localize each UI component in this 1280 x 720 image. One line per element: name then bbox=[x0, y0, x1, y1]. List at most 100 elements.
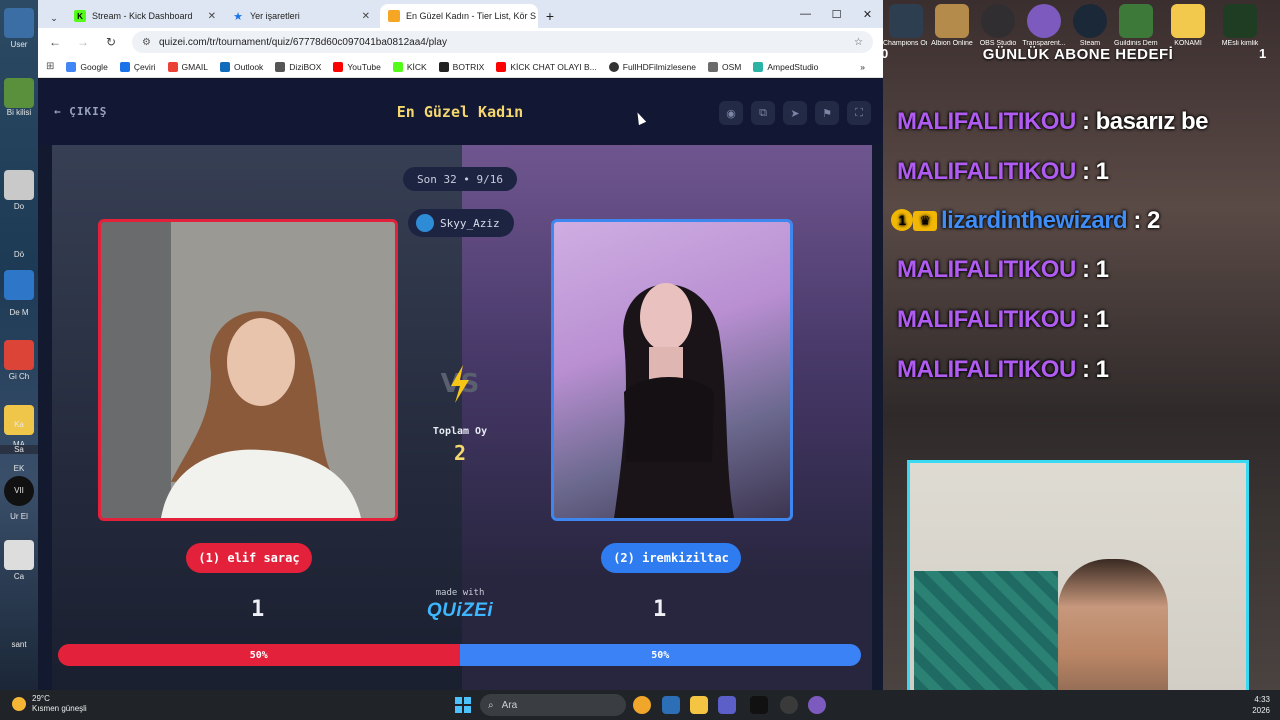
send-icon[interactable]: ➤ bbox=[783, 101, 807, 125]
teams-icon[interactable] bbox=[718, 696, 736, 714]
portrait-left bbox=[101, 222, 395, 518]
eye-icon[interactable]: ◉ bbox=[719, 101, 743, 125]
bookmark-outlook[interactable]: Outlook bbox=[220, 61, 263, 72]
site-info-icon[interactable]: ⚙ bbox=[142, 37, 151, 48]
epic-games-icon[interactable] bbox=[750, 696, 768, 714]
forward-icon[interactable]: → bbox=[76, 35, 90, 49]
flag-icon[interactable]: ⚑ bbox=[815, 101, 839, 125]
kick-icon: K bbox=[74, 10, 86, 22]
bookmark-osm[interactable]: OSM bbox=[708, 61, 741, 72]
rank-badge: 1 bbox=[891, 209, 913, 231]
bookmark-ampedstudio[interactable]: AmpedStudio bbox=[753, 61, 819, 72]
player-name: Skyy_Aziz bbox=[440, 216, 500, 230]
close-icon[interactable]: ✕ bbox=[362, 11, 370, 22]
obs-icon[interactable] bbox=[981, 4, 1015, 38]
exit-button[interactable]: ← ÇIKIŞ bbox=[54, 105, 107, 118]
tab-kick-dashboard[interactable]: K Stream - Kick Dashboard ✕ bbox=[66, 4, 224, 28]
gmail-icon bbox=[167, 61, 178, 72]
dizibox-icon bbox=[275, 61, 286, 72]
taskbar-search[interactable]: ⌕ Ara bbox=[480, 694, 626, 716]
url-field[interactable]: ⚙ quizei.com/tr/tournament/quiz/67778d60… bbox=[132, 31, 873, 53]
bookmark-kick-chat[interactable]: KİCK CHAT OLAYI B... bbox=[496, 61, 597, 72]
close-window-icon[interactable]: ✕ bbox=[852, 0, 883, 28]
new-tab-button[interactable]: + bbox=[538, 4, 562, 28]
tab-bookmarks[interactable]: ★ Yer işaretleri ✕ bbox=[224, 4, 378, 28]
bookmark-botrix[interactable]: BOTRIX bbox=[438, 61, 484, 72]
bookmark-fullhd[interactable]: FullHDFilmizlesene bbox=[608, 61, 696, 72]
webcam-feed bbox=[907, 460, 1249, 690]
candidate-left-photo[interactable] bbox=[98, 219, 398, 521]
minimize-icon[interactable]: — bbox=[790, 0, 821, 28]
bookmark-kick[interactable]: KİCK bbox=[392, 61, 427, 72]
chat-text: 1 bbox=[1095, 306, 1109, 333]
chat-app-icon[interactable] bbox=[1027, 4, 1061, 38]
quizei-logo[interactable]: QUiZEi bbox=[418, 600, 502, 622]
desktop-left-strip: User Bi kilisi Do Dö De M Gi Ch Ka MA Sa… bbox=[0, 0, 38, 690]
albion-online-icon[interactable] bbox=[935, 4, 969, 38]
browser-window: ⌄ K Stream - Kick Dashboard ✕ ★ Yer işar… bbox=[38, 0, 883, 690]
system-clock[interactable]: 4:33 2026 bbox=[1252, 694, 1270, 716]
candidate-right-name[interactable]: (2) iremkiziltac bbox=[601, 543, 741, 573]
champions-online-icon[interactable] bbox=[889, 4, 923, 38]
sun-icon bbox=[12, 697, 26, 711]
apps-grid-icon[interactable]: ⊞ bbox=[46, 61, 54, 72]
close-icon[interactable]: ✕ bbox=[208, 11, 216, 22]
bookmark-google[interactable]: Google bbox=[66, 61, 108, 72]
address-bar-row: ← → ↻ ⚙ quizei.com/tr/tournament/quiz/67… bbox=[38, 28, 883, 56]
avatar bbox=[416, 214, 434, 232]
photos-icon[interactable] bbox=[662, 696, 680, 714]
candidate-left-name[interactable]: (1) elif saraç bbox=[186, 543, 312, 573]
folder-icon[interactable] bbox=[690, 696, 708, 714]
reload-icon[interactable]: ↻ bbox=[104, 35, 118, 49]
bookmark-star-icon[interactable]: ☆ bbox=[854, 37, 863, 48]
search-icon: ⌕ bbox=[488, 699, 494, 711]
desktop-icon[interactable] bbox=[4, 78, 34, 108]
desktop-label: Sa bbox=[0, 445, 38, 454]
tab-bar: ⌄ K Stream - Kick Dashboard ✕ ★ Yer işar… bbox=[38, 0, 883, 28]
terminal-icon[interactable] bbox=[1223, 4, 1257, 38]
chat-username: MALIFALITIKOU bbox=[897, 306, 1076, 333]
quizei-icon bbox=[388, 10, 400, 22]
bookmark-youtube[interactable]: YouTube bbox=[333, 61, 381, 72]
round-indicator: Son 32 • 9/16 bbox=[403, 167, 517, 191]
chat-text: 2 bbox=[1147, 207, 1160, 234]
vote-progress-bar: 50% 50% bbox=[58, 644, 861, 666]
steam-icon[interactable] bbox=[1073, 4, 1107, 38]
bookmark-ceviri[interactable]: Çeviri bbox=[119, 61, 156, 72]
bookmark-gmail[interactable]: GMAIL bbox=[167, 61, 208, 72]
bookmark-label: AmpedStudio bbox=[767, 61, 819, 72]
share-icon[interactable]: ⧉ bbox=[751, 101, 775, 125]
bookmarks-more[interactable]: » bbox=[860, 62, 865, 72]
desktop-icon[interactable] bbox=[4, 340, 34, 370]
windows-start-icon[interactable] bbox=[455, 697, 471, 713]
taskbar: 29°C Kısmen güneşli ⌕ Ara 4:33 2026 bbox=[0, 690, 1280, 720]
tab-list-button[interactable]: ⌄ bbox=[42, 6, 66, 30]
chevron-down-icon: ⌄ bbox=[50, 12, 58, 23]
desktop-icon[interactable] bbox=[4, 540, 34, 570]
chat-username: MALIFALITIKOU bbox=[897, 256, 1076, 283]
maximize-icon[interactable]: ☐ bbox=[821, 0, 852, 28]
chrome-icon[interactable] bbox=[633, 696, 651, 714]
candidate-right-votes: 1 bbox=[653, 597, 667, 622]
back-icon[interactable]: ← bbox=[48, 35, 62, 49]
game-demo-icon[interactable] bbox=[1119, 4, 1153, 38]
folder-icon[interactable] bbox=[1171, 4, 1205, 38]
stream-overlay: Champions Online Albion Online OBS Studi… bbox=[883, 0, 1280, 690]
candidate-right-photo[interactable] bbox=[551, 219, 793, 521]
weather-widget[interactable]: 29°C Kısmen güneşli bbox=[12, 694, 87, 714]
total-votes-label: Toplam Oy bbox=[432, 426, 488, 437]
kick-icon bbox=[392, 61, 403, 72]
fullscreen-icon[interactable]: ⛶ bbox=[847, 101, 871, 125]
chat-app-icon[interactable] bbox=[808, 696, 826, 714]
overlay-icon-label: MEsli kimlik bbox=[1221, 40, 1259, 47]
desktop-icon[interactable] bbox=[4, 270, 34, 300]
vote-bar-right: 50% bbox=[459, 644, 861, 666]
versus-icon: VS bbox=[437, 361, 483, 407]
desktop-icon[interactable] bbox=[4, 8, 34, 38]
bookmark-dizibox[interactable]: DiziBOX bbox=[275, 61, 321, 72]
desktop-icon[interactable] bbox=[4, 170, 34, 200]
weather-temp: 29°C bbox=[32, 694, 50, 703]
obs-icon[interactable] bbox=[780, 696, 798, 714]
outlook-icon bbox=[220, 61, 230, 72]
tab-quizei[interactable]: En Güzel Kadın - Tier List, Kör S ✕ bbox=[380, 4, 538, 28]
